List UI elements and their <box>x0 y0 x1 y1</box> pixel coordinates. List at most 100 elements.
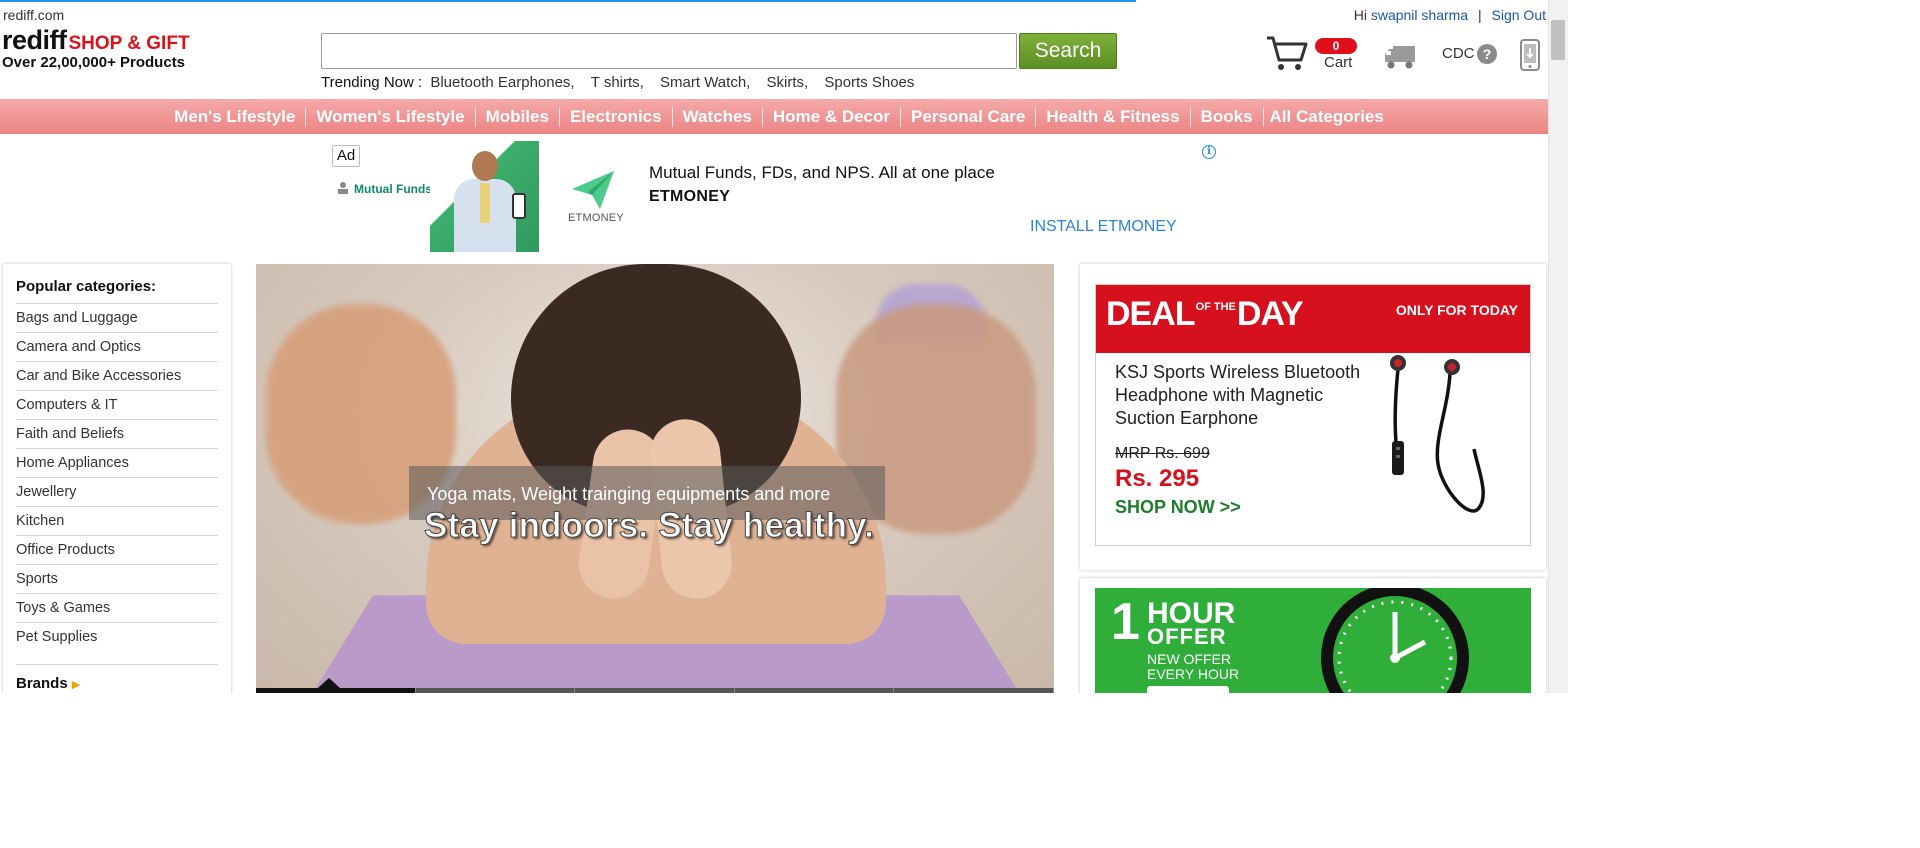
trending-link[interactable]: Skirts, <box>767 74 809 91</box>
ad-info-icon[interactable]: i <box>1202 145 1216 159</box>
hero-slide-thumb[interactable] <box>575 688 735 693</box>
trending-link[interactable]: Sports Shoes <box>824 74 914 91</box>
etmoney-logo-label: ETMONEY <box>568 212 624 224</box>
brands-label: Brands <box>16 675 68 692</box>
cart-icon[interactable] <box>1265 34 1309 72</box>
popular-categories-title: Popular categories: <box>16 278 218 304</box>
trending-link[interactable]: Bluetooth Earphones, <box>430 74 574 91</box>
mutual-funds-icon <box>338 182 348 194</box>
site-logo[interactable]: rediff SHOP & GIFT <box>2 25 190 56</box>
deal-banner[interactable]: DEALOF THEDAY ONLY FOR TODAY KSJ Sports … <box>1095 284 1531 546</box>
hour-offer-button[interactable] <box>1147 686 1229 693</box>
nav-health-fitness[interactable]: Health & Fitness <box>1036 106 1191 127</box>
nav-personal-care[interactable]: Personal Care <box>901 106 1037 127</box>
sign-out-link[interactable]: Sign Out <box>1492 7 1546 23</box>
deal-logo-day: DAY <box>1236 295 1304 333</box>
cdc-label[interactable]: CDC <box>1442 45 1475 62</box>
category-item[interactable]: Kitchen <box>16 507 218 536</box>
hour-offer-line1: NEW OFFER <box>1147 651 1231 667</box>
hero-active-pointer <box>318 678 340 688</box>
earphones-product-image <box>1390 355 1485 513</box>
popular-categories-panel: Popular categories: Bags and Luggage Cam… <box>3 264 231 693</box>
ad-banner[interactable]: Ad Mutual Funds ETMONEY Mutual Funds, FD… <box>330 141 1220 252</box>
category-item[interactable]: Sports <box>16 565 218 594</box>
hero-slide-thumb[interactable] <box>734 688 895 693</box>
hour-offer-card: 1 HOUR OFFER NEW OFFER EVERY HOUR <box>1080 578 1546 693</box>
logo-tagline: SHOP & GIFT <box>68 33 190 54</box>
brands-arrow-icon: ▶ <box>71 679 81 691</box>
product-count: Over 22,00,000+ Products <box>2 54 186 71</box>
deal-of-the-day-card: DEALOF THEDAY ONLY FOR TODAY KSJ Sports … <box>1080 264 1546 570</box>
search-button[interactable]: Search <box>1019 33 1117 69</box>
trending-bar: Trending Now : Bluetooth Earphones, T sh… <box>321 74 914 91</box>
ad-person-image[interactable] <box>430 141 539 252</box>
ad-install-button[interactable]: INSTALL ETMONEY <box>1030 218 1177 236</box>
deal-product-name: KSJ Sports Wireless Bluetooth Headphone … <box>1115 362 1361 428</box>
mobile-icon[interactable] <box>1519 39 1541 71</box>
category-item[interactable]: Office Products <box>16 536 218 565</box>
page-loading-bar <box>0 0 1136 2</box>
hero-title: Stay indoors. Stay healthy. <box>423 506 875 546</box>
cart-count-badge[interactable]: 0 <box>1315 38 1357 54</box>
nav-mens-lifestyle[interactable]: Men's Lifestyle <box>164 106 307 127</box>
category-item[interactable]: Bags and Luggage <box>16 304 218 333</box>
nav-all-categories[interactable]: All Categories <box>1264 107 1384 127</box>
ad-phone-graphic <box>512 193 526 219</box>
category-item[interactable]: Car and Bike Accessories <box>16 362 218 391</box>
truck-icon[interactable] <box>1383 44 1417 70</box>
category-item[interactable]: Toys & Games <box>16 594 218 623</box>
site-name[interactable]: rediff.com <box>3 7 64 23</box>
category-nav: Men's Lifestyle Women's Lifestyle Mobile… <box>0 99 1548 134</box>
category-item[interactable]: Faith and Beliefs <box>16 420 218 449</box>
ad-badge: Ad <box>332 145 360 167</box>
deal-logo-of-the: OF THE <box>1195 301 1236 313</box>
nav-home-decor[interactable]: Home & Decor <box>763 106 902 127</box>
hour-offer-line2: EVERY HOUR <box>1147 666 1240 682</box>
deal-only-today: ONLY FOR TODAY <box>1395 302 1518 318</box>
deal-of-the-day-logo: DEALOF THEDAY <box>1106 295 1304 334</box>
ad-person-tie <box>480 183 490 223</box>
trending-link[interactable]: T shirts, <box>591 74 644 91</box>
nav-electronics[interactable]: Electronics <box>560 106 673 127</box>
hero-banner[interactable]: Yoga mats, Weight trainging equipments a… <box>256 264 1054 693</box>
hero-slide-thumb[interactable] <box>894 688 1054 693</box>
deal-price: Rs. 295 <box>1115 465 1200 492</box>
page: rediff.com rediff SHOP & GIFT Over 22,00,… <box>0 0 1568 693</box>
cart-label[interactable]: Cart <box>1324 54 1352 71</box>
category-item[interactable]: Jewellery <box>16 478 218 507</box>
greeting-separator: | <box>1477 7 1482 23</box>
hero-slide-thumb[interactable] <box>256 688 416 693</box>
username-link[interactable]: swapnil sharma <box>1371 7 1468 23</box>
trending-label: Trending Now : <box>321 74 423 91</box>
clock-icon <box>1321 588 1469 693</box>
nav-womens-lifestyle[interactable]: Women's Lifestyle <box>306 106 476 127</box>
hero-slide-thumb[interactable] <box>415 688 576 693</box>
deal-mrp: MRP Rs. 699 <box>1115 445 1210 462</box>
hour-offer-banner[interactable]: 1 HOUR OFFER NEW OFFER EVERY HOUR <box>1095 588 1531 693</box>
ad-headline[interactable]: Mutual Funds, FDs, and NPS. All at one p… <box>649 163 995 183</box>
search-input[interactable] <box>321 33 1017 69</box>
trending-link[interactable]: Smart Watch, <box>660 74 750 91</box>
ad-mutual-funds-label: Mutual Funds <box>354 182 432 196</box>
category-item[interactable]: Home Appliances <box>16 449 218 478</box>
scrollbar-thumb[interactable] <box>1551 20 1565 60</box>
brands-link[interactable]: Brands ▶ <box>16 664 218 692</box>
hour-offer-number: 1 <box>1111 593 1140 651</box>
hour-offer-title: HOUR <box>1147 597 1236 630</box>
page-scrollbar[interactable] <box>1548 0 1568 693</box>
deal-shop-now-link[interactable]: SHOP NOW >> <box>1115 497 1241 518</box>
category-item[interactable]: Computers & IT <box>16 391 218 420</box>
logo-brand: rediff <box>2 25 67 55</box>
nav-watches[interactable]: Watches <box>673 106 763 127</box>
greeting-hi: Hi <box>1353 7 1367 23</box>
category-item[interactable]: Camera and Optics <box>16 333 218 362</box>
ad-brand[interactable]: ETMONEY <box>649 188 730 206</box>
user-greeting: Hi swapnil sharma | Sign Out <box>1354 7 1546 23</box>
etmoney-logo-icon[interactable] <box>570 169 616 211</box>
hero-subtitle: Yoga mats, Weight trainging equipments a… <box>427 484 831 504</box>
hour-offer-subtitle: OFFER <box>1147 624 1227 649</box>
nav-mobiles[interactable]: Mobiles <box>476 106 560 127</box>
nav-books[interactable]: Books <box>1191 106 1264 127</box>
help-icon[interactable]: ? <box>1477 44 1497 64</box>
category-item[interactable]: Pet Supplies <box>16 623 218 652</box>
